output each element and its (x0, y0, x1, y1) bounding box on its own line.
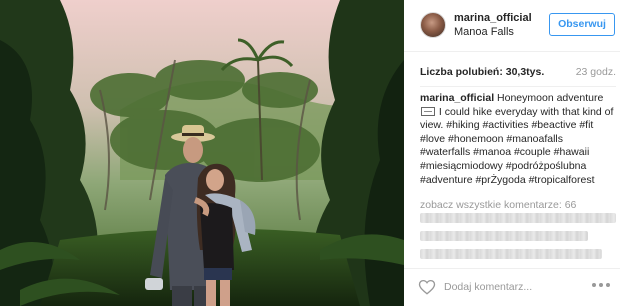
caption-text-part1: Honeymoon adventure (497, 92, 604, 104)
redacted-comment (420, 231, 588, 241)
jungle-photo-illustration (0, 0, 404, 306)
view-all-comments-link[interactable]: zobacz wszystkie komentarze: 66 (420, 199, 576, 211)
avatar[interactable] (420, 12, 446, 38)
follow-button[interactable]: Obserwuj (549, 13, 615, 36)
likes-count[interactable]: Liczba polubień: 30,3tys. (420, 66, 544, 78)
heart-icon[interactable] (418, 278, 436, 296)
divider (420, 86, 616, 87)
comment-input[interactable] (444, 279, 564, 295)
post-caption: marina_official Honeymoon adventure I co… (420, 92, 616, 187)
comment-footer (404, 268, 620, 306)
redacted-comment (420, 249, 602, 259)
ellipsis-icon[interactable] (592, 283, 610, 289)
post-details-panel: marina_official Manoa Falls Obserwuj Lic… (404, 0, 620, 306)
missing-glyph-box-icon (421, 106, 435, 116)
location-link[interactable]: Manoa Falls (454, 26, 514, 38)
post-timestamp[interactable]: 23 godz. (576, 66, 616, 78)
redacted-comment (420, 213, 616, 223)
post-photo[interactable] (0, 0, 404, 306)
username-link[interactable]: marina_official (454, 12, 532, 24)
likes-row: Liczba polubień: 30,3tys. 23 godz. (420, 66, 616, 80)
caption-text-part2: I could hike everyday with that kind of … (420, 105, 614, 186)
post-header: marina_official Manoa Falls Obserwuj (404, 0, 620, 52)
caption-username[interactable]: marina_official (420, 92, 494, 104)
